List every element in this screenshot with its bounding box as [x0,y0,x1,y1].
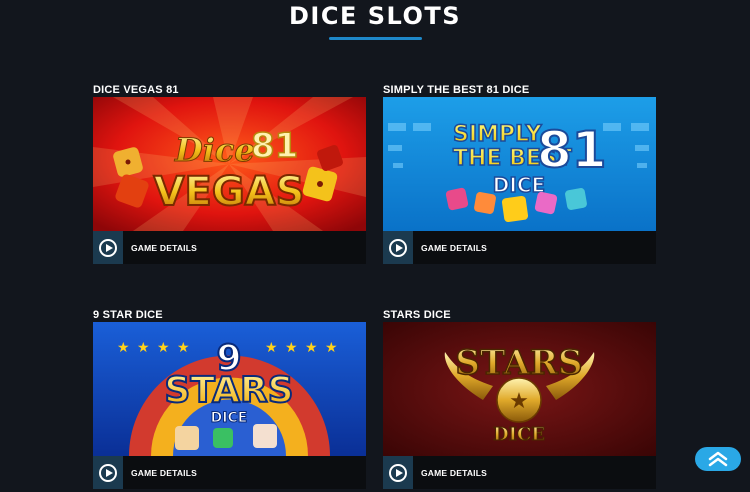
svg-text:★: ★ [305,340,318,356]
game-details-button[interactable]: GAME DETAILS [93,456,366,489]
logo-main: STARS [455,343,582,383]
game-thumbnail[interactable]: SIMPLY THE BEST 81 DICE [383,97,656,231]
page-title: DICE SLOTS [289,2,461,30]
logo-script: Dice [174,131,255,169]
game-details-label: GAME DETAILS [421,467,487,478]
svg-text:★: ★ [137,340,150,356]
logo-line1: SIMPLY [453,122,543,147]
logo-main: STARS [164,370,293,411]
svg-text:★: ★ [157,340,170,356]
svg-text:★: ★ [285,340,298,356]
logo-sub: DICE [493,424,545,445]
svg-text:★: ★ [265,340,278,356]
game-details-button[interactable]: GAME DETAILS [383,231,656,264]
double-chevron-up-icon [708,451,728,467]
logo-number: 81 [251,126,298,166]
play-icon-box[interactable] [93,456,123,489]
svg-text:★: ★ [177,340,190,356]
game-name: 9 STAR DICE [93,309,163,321]
logo-number: 81 [537,121,607,179]
game-card-stars-dice[interactable]: STARS DICE ★ STARS DICE GAME DETAILS [383,308,656,489]
play-circle-icon [99,238,117,257]
game-card-9-star-dice[interactable]: 9 STAR DICE ★ ★ ★ ★ ★ ★ ★ ★ 9 STARS DICE… [93,308,366,489]
game-thumbnail[interactable]: Dice 81 VEGAS [93,97,366,231]
play-icon-box[interactable] [383,231,413,264]
play-circle-icon [389,238,407,257]
game-details-button[interactable]: GAME DETAILS [93,231,366,264]
play-circle-icon [389,463,407,482]
play-icon-box[interactable] [93,231,123,264]
logo-main: VEGAS [154,169,305,215]
game-name: SIMPLY THE BEST 81 DICE [383,84,530,96]
logo-sub: DICE [211,410,248,426]
game-card-dice-vegas-81[interactable]: DICE VEGAS 81 Dice 81 VEGAS GAME DETAILS [93,83,366,264]
game-card-simply-the-best-81-dice[interactable]: SIMPLY THE BEST 81 DICE SIMPLY THE BEST … [383,83,656,264]
play-circle-icon [99,463,117,482]
game-name: DICE VEGAS 81 [93,84,179,96]
svg-text:★: ★ [509,389,529,414]
game-name: STARS DICE [383,309,451,321]
game-thumbnail[interactable]: ★ ★ ★ ★ ★ ★ ★ ★ 9 STARS DICE [93,322,366,456]
svg-text:★: ★ [325,340,338,356]
logo-sub: DICE [493,173,545,197]
play-icon-box[interactable] [383,456,413,489]
scroll-to-top-button[interactable] [695,447,741,471]
game-details-label: GAME DETAILS [131,242,197,253]
game-details-label: GAME DETAILS [131,467,197,478]
svg-text:★: ★ [117,340,130,356]
game-details-button[interactable]: GAME DETAILS [383,456,656,489]
game-details-label: GAME DETAILS [421,242,487,253]
game-thumbnail[interactable]: ★ STARS DICE [383,322,656,456]
title-underline [329,37,422,40]
